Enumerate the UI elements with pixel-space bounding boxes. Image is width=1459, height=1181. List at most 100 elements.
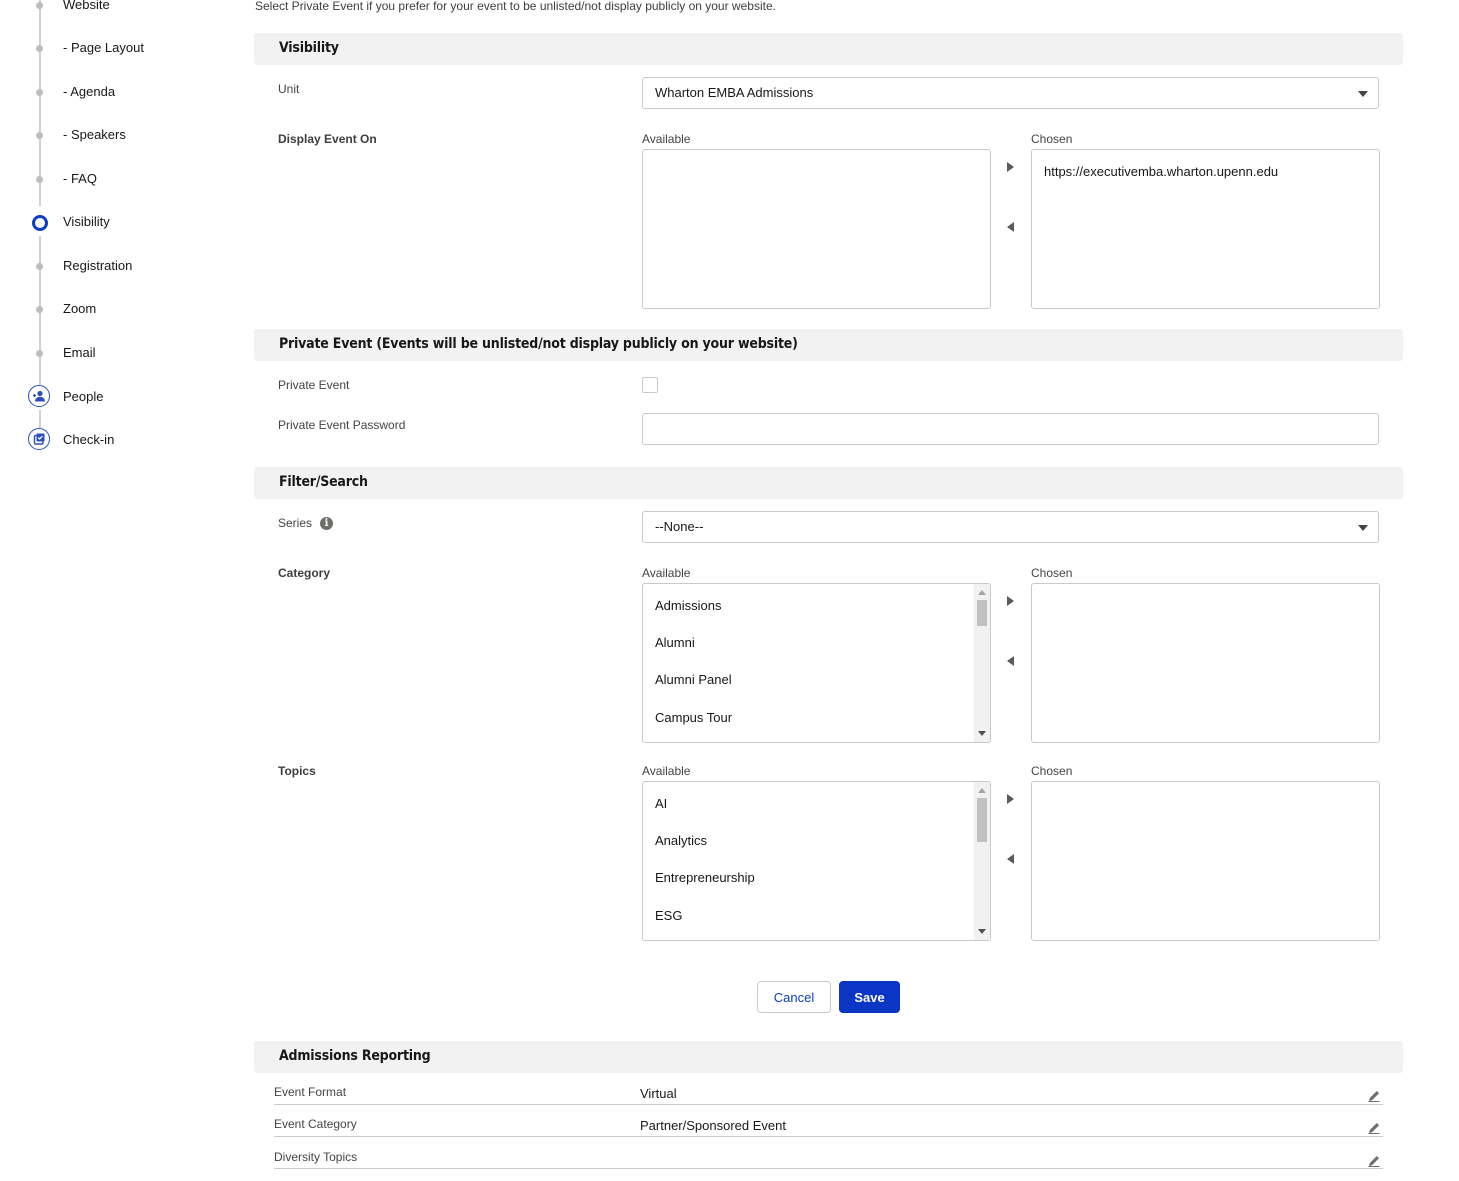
chosen-label: Chosen — [1031, 764, 1073, 778]
step-check-in[interactable]: Check-in — [0, 428, 230, 451]
step-label: - Agenda — [63, 84, 116, 99]
list-option[interactable]: Alumni Panel — [655, 672, 732, 687]
step-visibility[interactable]: Visibility — [0, 211, 230, 233]
unit-select[interactable]: Wharton EMBA Admissions — [642, 77, 1379, 109]
category-chosen-listbox[interactable] — [1031, 583, 1380, 743]
private-event-checkbox[interactable] — [642, 377, 658, 393]
section-title: Filter/Search — [279, 474, 368, 490]
step-dot-icon — [36, 176, 43, 183]
series-select[interactable]: --None-- — [642, 511, 1379, 543]
step-label: Registration — [63, 258, 133, 273]
list-option[interactable]: https://executivemba.wharton.upenn.edu — [1044, 164, 1278, 179]
section-title: Visibility — [279, 40, 339, 56]
pencil-icon[interactable] — [1367, 1121, 1381, 1135]
step-zoom[interactable]: Zoom — [0, 298, 230, 320]
visibility-section-header: Visibility — [254, 33, 1403, 65]
field-label: Event Format — [274, 1085, 347, 1099]
list-option[interactable]: Entrepreneurship — [655, 870, 755, 885]
scroll-thumb[interactable] — [977, 600, 987, 626]
move-left-arrow-icon[interactable] — [1007, 854, 1014, 864]
private-event-password-label: Private Event Password — [278, 418, 406, 432]
display-event-on-label: Display Event On — [278, 132, 377, 146]
available-label: Available — [642, 566, 691, 580]
private-event-section-header: Private Event (Events will be unlisted/n… — [254, 329, 1403, 361]
scroll-down-icon[interactable] — [978, 731, 986, 736]
list-option[interactable]: Campus Tour — [655, 710, 732, 725]
step-page-layout[interactable]: - Page Layout — [0, 37, 230, 59]
field-label: Event Category — [274, 1117, 357, 1131]
stepper-connector — [39, 410, 41, 430]
people-icon — [28, 385, 50, 407]
available-label: Available — [642, 132, 691, 146]
display-chosen-listbox[interactable]: https://executivemba.wharton.upenn.edu — [1031, 149, 1380, 309]
step-dot-icon — [36, 306, 43, 313]
step-faq[interactable]: - FAQ — [0, 168, 230, 190]
step-email[interactable]: Email — [0, 342, 230, 364]
scroll-thumb[interactable] — [977, 798, 987, 842]
step-label: - Page Layout — [63, 40, 144, 55]
move-left-arrow-icon[interactable] — [1007, 222, 1014, 232]
unit-label: Unit — [278, 82, 300, 96]
list-option[interactable]: Analytics — [655, 833, 707, 848]
progress-stepper: Website - Page Layout - Agenda - Speaker… — [0, 0, 230, 470]
save-button[interactable]: Save — [839, 981, 900, 1013]
step-label: - Speakers — [63, 127, 126, 142]
step-speakers[interactable]: - Speakers — [0, 124, 230, 146]
pencil-icon[interactable] — [1367, 1154, 1381, 1168]
step-label: Email — [63, 345, 96, 360]
step-website[interactable]: Website — [0, 0, 230, 16]
step-label: Check-in — [63, 432, 115, 447]
list-option[interactable]: ESG — [655, 908, 682, 923]
scrollbar[interactable] — [974, 782, 990, 940]
list-option[interactable]: Admissions — [655, 598, 721, 613]
move-right-arrow-icon[interactable] — [1007, 794, 1014, 804]
series-label: Series — [278, 516, 313, 530]
field-label: Diversity Topics — [274, 1150, 358, 1164]
step-label: Zoom — [63, 301, 97, 316]
step-dot-icon — [36, 263, 43, 270]
available-label: Available — [642, 764, 691, 778]
list-option[interactable]: AI — [655, 796, 667, 811]
step-current-icon — [32, 215, 48, 231]
chosen-label: Chosen — [1031, 566, 1073, 580]
chosen-label: Chosen — [1031, 132, 1073, 146]
step-agenda[interactable]: - Agenda — [0, 81, 230, 103]
private-event-password-input[interactable] — [642, 413, 1379, 445]
series-select-value: --None-- — [655, 519, 704, 534]
pencil-icon[interactable] — [1367, 1089, 1381, 1103]
chevron-down-icon — [1358, 525, 1368, 531]
scroll-up-icon[interactable] — [978, 590, 986, 595]
scroll-up-icon[interactable] — [978, 788, 986, 793]
reporting-row-event-format: Event Format Virtual — [274, 1073, 1383, 1105]
private-event-label: Private Event — [278, 378, 350, 392]
reporting-row-diversity-topics: Diversity Topics — [274, 1137, 1383, 1169]
unit-select-value: Wharton EMBA Admissions — [655, 85, 814, 100]
step-people[interactable]: People — [0, 385, 230, 408]
step-label: Visibility — [63, 214, 110, 229]
move-right-arrow-icon[interactable] — [1007, 596, 1014, 606]
section-title: Admissions Reporting — [279, 1048, 431, 1064]
category-label: Category — [278, 566, 331, 580]
list-option[interactable]: Alumni — [655, 635, 695, 650]
move-left-arrow-icon[interactable] — [1007, 656, 1014, 666]
check-in-icon — [28, 428, 50, 450]
topics-chosen-listbox[interactable] — [1031, 781, 1380, 941]
step-dot-icon — [36, 132, 43, 139]
display-available-listbox[interactable] — [642, 149, 991, 309]
reporting-row-event-category: Event Category Partner/Sponsored Event — [274, 1105, 1383, 1137]
step-label: - FAQ — [63, 171, 97, 186]
step-dot-icon — [36, 350, 43, 357]
topics-available-listbox[interactable]: AI Analytics Entrepreneurship ESG — [642, 781, 991, 941]
cancel-button[interactable]: Cancel — [757, 981, 831, 1013]
field-value: Virtual — [640, 1086, 677, 1101]
info-icon[interactable]: i — [320, 517, 333, 530]
chevron-down-icon — [1358, 91, 1368, 97]
step-label: People — [63, 389, 104, 404]
field-value: Partner/Sponsored Event — [640, 1118, 786, 1133]
scroll-down-icon[interactable] — [978, 929, 986, 934]
scrollbar[interactable] — [974, 584, 990, 742]
move-right-arrow-icon[interactable] — [1007, 162, 1014, 172]
step-registration[interactable]: Registration — [0, 255, 230, 277]
step-label: Website — [63, 0, 110, 12]
category-available-listbox[interactable]: Admissions Alumni Alumni Panel Campus To… — [642, 583, 991, 743]
